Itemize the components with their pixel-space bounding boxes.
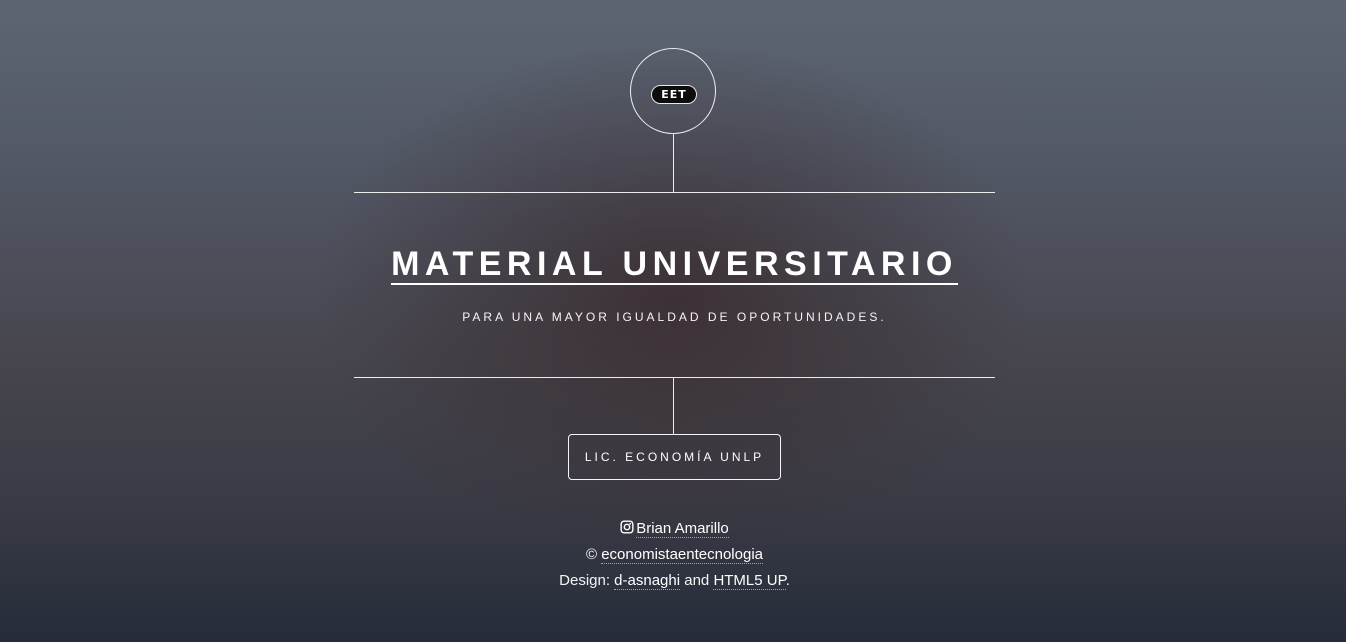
page-title: MATERIAL UNIVERSITARIO: [354, 244, 995, 285]
divider-bottom: [354, 377, 995, 378]
design-and: and: [684, 572, 710, 589]
instagram-icon: [620, 520, 634, 534]
design-suffix: .: [785, 572, 790, 589]
page-subtitle: PARA UNA MAYOR IGUALDAD DE OPORTUNIDADES…: [462, 310, 887, 324]
footer-instagram-row: Brian Amarillo: [354, 516, 995, 542]
lic-economia-button[interactable]: LIC. ECONOMÍA UNLP: [568, 434, 781, 480]
copyright-link[interactable]: economistaentecnologia: [601, 546, 763, 564]
connector-line-top: [673, 134, 674, 192]
design-link-html5up[interactable]: HTML5 UP: [713, 572, 786, 590]
design-link-d-asnaghi[interactable]: d-asnaghi: [614, 572, 681, 590]
footer: Brian Amarillo © economistaentecnologia …: [354, 516, 995, 594]
instagram-link[interactable]: Brian Amarillo: [636, 520, 729, 538]
logo-badge: EET: [651, 85, 697, 104]
logo-circle: EET: [630, 48, 716, 134]
design-prefix: Design:: [559, 572, 610, 589]
connector-line-bottom: [673, 378, 674, 434]
page: EET MATERIAL UNIVERSITARIO PARA UNA MAYO…: [0, 0, 1346, 642]
divider-top: [354, 192, 995, 193]
page-title-text: MATERIAL UNIVERSITARIO: [391, 245, 958, 285]
copyright-symbol: ©: [585, 546, 598, 563]
footer-design-row: Design: d-asnaghi and HTML5 UP.: [354, 568, 995, 594]
footer-copyright-row: © economistaentecnologia: [354, 542, 995, 568]
